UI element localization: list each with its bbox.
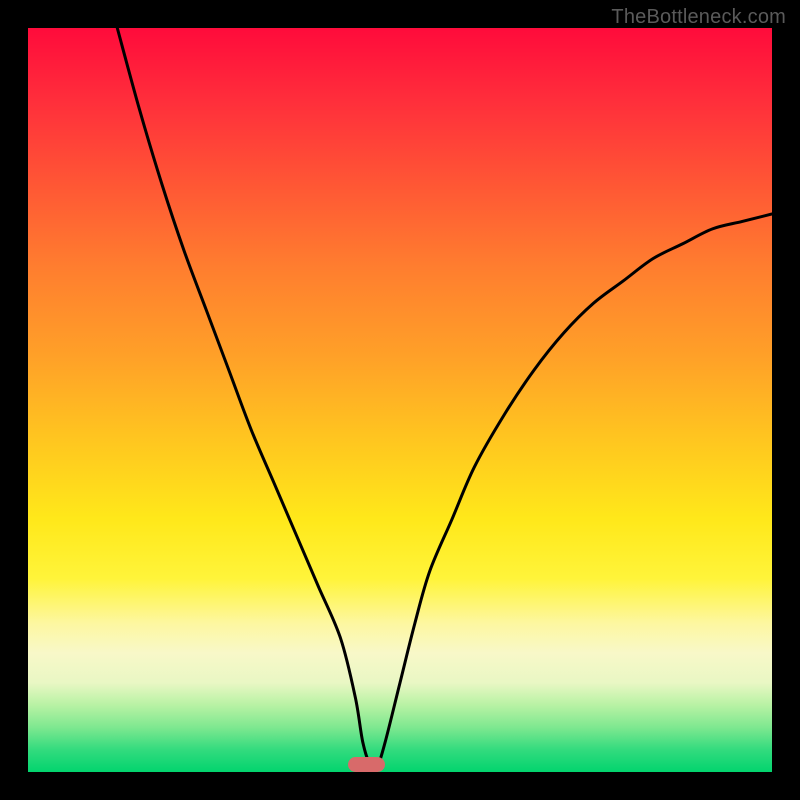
chart-frame: TheBottleneck.com (0, 0, 800, 800)
plot-area (28, 28, 772, 772)
watermark-text: TheBottleneck.com (611, 6, 786, 29)
bottleneck-curve (28, 28, 772, 772)
optimal-marker (348, 757, 385, 772)
